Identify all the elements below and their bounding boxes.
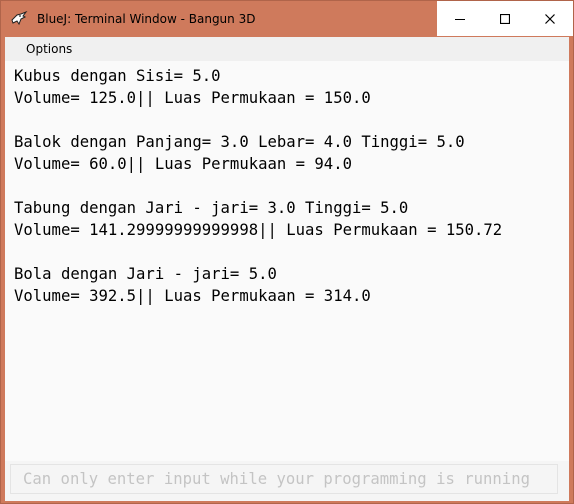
output-line: Volume= 125.0|| Luas Permukaan = 150.0: [14, 89, 371, 107]
minimize-icon: [454, 18, 465, 20]
minimize-button[interactable]: [437, 1, 482, 36]
input-area: [5, 461, 569, 501]
title-bar[interactable]: BlueJ: Terminal Window - Bangun 3D: [1, 1, 573, 37]
output-line: Volume= 141.29999999999998|| Luas Permuk…: [14, 221, 503, 239]
window-title: BlueJ: Terminal Window - Bangun 3D: [37, 12, 256, 26]
bluej-bird-icon: [11, 11, 28, 26]
output-line: Kubus dengan Sisi= 5.0: [14, 67, 221, 85]
output-line: Volume= 60.0|| Luas Permukaan = 94.0: [14, 155, 352, 173]
terminal-input-field[interactable]: [10, 464, 558, 494]
output-line: Tabung dengan Jari - jari= 3.0 Tinggi= 5…: [14, 199, 409, 217]
output-line: Balok dengan Panjang= 3.0 Lebar= 4.0 Tin…: [14, 133, 465, 151]
terminal-window: BlueJ: Terminal Window - Bangun 3D Optio…: [0, 0, 574, 504]
maximize-button[interactable]: [482, 1, 527, 36]
maximize-icon: [499, 13, 510, 24]
close-icon: [545, 13, 555, 24]
terminal-output[interactable]: Kubus dengan Sisi= 5.0 Volume= 125.0|| L…: [5, 61, 569, 461]
window-controls: [437, 1, 573, 36]
output-line: Bola dengan Jari - jari= 5.0: [14, 265, 277, 283]
output-line: Volume= 392.5|| Luas Permukaan = 314.0: [14, 287, 371, 305]
close-button[interactable]: [527, 1, 573, 36]
menu-options[interactable]: Options: [26, 42, 72, 56]
menu-bar: Options: [5, 37, 569, 61]
